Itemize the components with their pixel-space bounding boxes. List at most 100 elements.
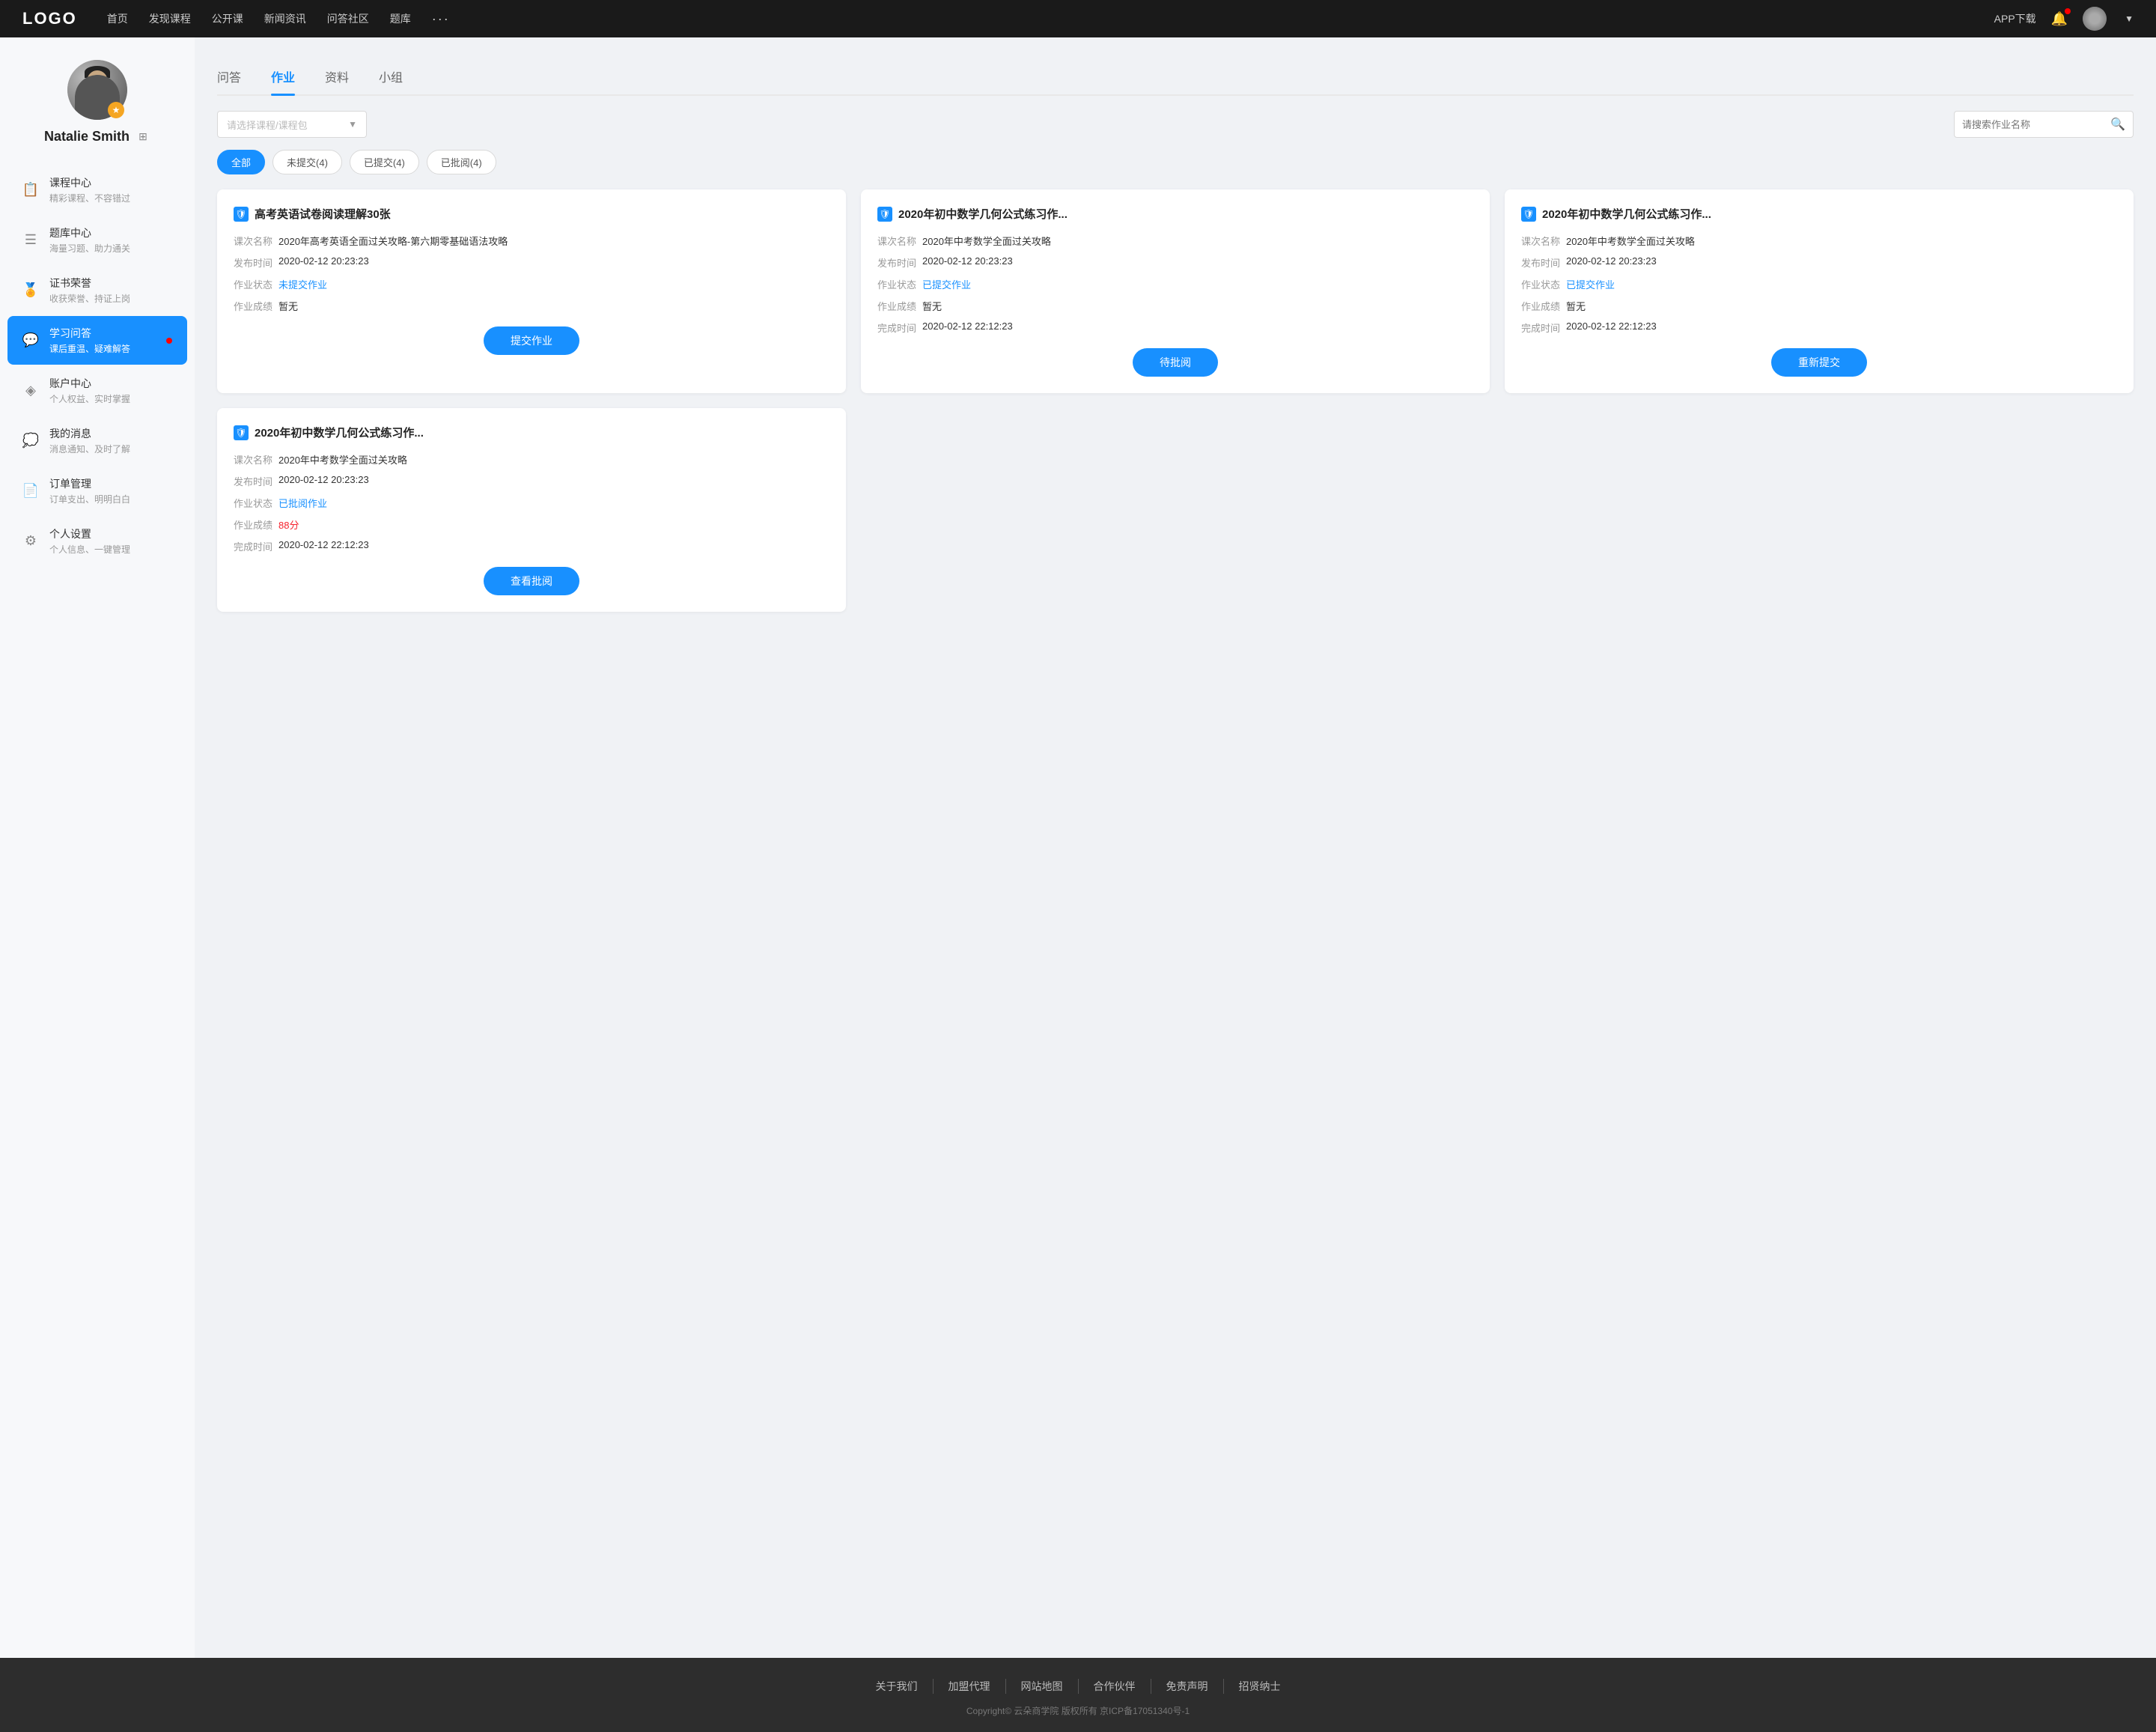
footer-link-about[interactable]: 关于我们 [861,1679,934,1694]
homework-card-1: 🛡 2020年初中数学几何公式练习作... 课次名称 2020年中考数学全面过关… [861,189,1490,393]
sidebar-item-sub-account: 个人权益、实时掌握 [49,392,172,405]
nav-news[interactable]: 新闻资讯 [264,11,306,26]
card-action-button-1[interactable]: 待批阅 [1133,348,1218,377]
status-reviewed-button[interactable]: 已批阅(4) [427,150,496,174]
app-download-link[interactable]: APP下载 [1994,11,2036,26]
sidebar-item-settings[interactable]: ⚙ 个人设置 个人信息、一键管理 [7,517,187,565]
sidebar-item-account[interactable]: ◈ 账户中心 个人权益、实时掌握 [7,366,187,415]
card-publish-value-3: 2020-02-12 20:23:23 [278,474,829,488]
sidebar-item-text-qa: 学习问答 课后重温、疑难解答 [49,326,156,355]
sidebar-item-text-question-bank: 题库中心 海量习题、助力通关 [49,225,172,255]
card-score-value-1: 暂无 [922,299,1473,313]
card-publish-row-1: 发布时间 2020-02-12 20:23:23 [877,255,1473,270]
card-status-value-0: 未提交作业 [278,277,829,291]
status-filter-row: 全部 未提交(4) 已提交(4) 已批阅(4) [217,150,2134,174]
status-submitted-button[interactable]: 已提交(4) [350,150,419,174]
card-title-3: 2020年初中数学几何公式练习作... [255,425,424,440]
sidebar-item-title-course-center: 课程中心 [49,175,172,190]
card-score-label-2: 作业成绩 [1521,299,1566,313]
tab-material[interactable]: 资料 [325,60,349,94]
homework-card-0: 🛡 高考英语试卷阅读理解30张 课次名称 2020年高考英语全面过关攻略-第六期… [217,189,846,393]
qr-code-icon[interactable]: ⊞ [135,130,150,145]
sidebar-item-title-qa: 学习问答 [49,326,156,341]
card-course-value-0: 2020年高考英语全面过关攻略-第六期零基础语法攻略 [278,234,829,248]
notification-bell[interactable]: 🔔 [2051,11,2068,27]
card-publish-row-3: 发布时间 2020-02-12 20:23:23 [234,474,829,488]
card-course-label-0: 课次名称 [234,234,278,248]
sidebar-item-sub-message: 消息通知、及时了解 [49,443,172,455]
logo: LOGO [22,9,77,28]
card-publish-value-0: 2020-02-12 20:23:23 [278,255,829,270]
card-status-value-1: 已提交作业 [922,277,1473,291]
footer-link-careers[interactable]: 招贤纳士 [1224,1679,1296,1694]
sidebar-item-message[interactable]: 💭 我的消息 消息通知、及时了解 [7,416,187,465]
sidebar-item-course-center[interactable]: 📋 课程中心 精彩课程、不容错过 [7,165,187,214]
footer-link-sitemap[interactable]: 网站地图 [1006,1679,1079,1694]
user-avatar[interactable] [2083,7,2107,31]
sidebar-item-title-certificate: 证书荣誉 [49,276,172,291]
search-input[interactable] [1962,119,2110,130]
card-title-0: 高考英语试卷阅读理解30张 [255,206,391,222]
sidebar-item-text-order: 订单管理 订单支出、明明白白 [49,476,172,505]
shield-icon-3: 🛡 [234,425,249,440]
sidebar-item-order[interactable]: 📄 订单管理 订单支出、明明白白 [7,467,187,515]
card-status-label-1: 作业状态 [877,277,922,291]
card-score-value-3: 88分 [278,517,829,532]
card-course-label-2: 课次名称 [1521,234,1566,248]
sidebar-item-title-order: 订单管理 [49,476,172,491]
sidebar-item-title-question-bank: 题库中心 [49,225,172,240]
card-publish-label-0: 发布时间 [234,255,278,270]
nav-right: APP下载 🔔 ▼ [1994,7,2134,31]
course-select[interactable]: 请选择课程/课程包 ▼ [217,111,367,138]
user-menu-chevron[interactable]: ▼ [2125,13,2134,24]
sidebar-item-text-message: 我的消息 消息通知、及时了解 [49,426,172,455]
card-btn-row-1: 待批阅 [877,348,1473,377]
profile-name-row: Natalie Smith ⊞ [44,129,150,145]
card-publish-row-2: 发布时间 2020-02-12 20:23:23 [1521,255,2117,270]
search-icon: 🔍 [2110,117,2125,132]
status-all-button[interactable]: 全部 [217,150,265,174]
status-unsubmitted-button[interactable]: 未提交(4) [272,150,342,174]
sidebar-item-sub-question-bank: 海量习题、助力通关 [49,242,172,255]
card-score-value-0: 暂无 [278,299,829,313]
sidebar-item-certificate[interactable]: 🏅 证书荣誉 收获荣誉、持证上岗 [7,266,187,315]
nav-home[interactable]: 首页 [107,11,128,26]
message-icon: 💭 [22,433,39,449]
shield-icon-2: 🛡 [1521,207,1536,222]
card-title-1: 2020年初中数学几何公式练习作... [898,206,1068,222]
card-score-value-2: 暂无 [1566,299,2117,313]
card-publish-label-3: 发布时间 [234,474,278,488]
card-action-button-3[interactable]: 查看批阅 [484,567,579,595]
footer-link-disclaimer[interactable]: 免责声明 [1151,1679,1224,1694]
tab-homework[interactable]: 作业 [271,60,295,94]
card-title-2: 2020年初中数学几何公式练习作... [1542,206,1711,222]
sidebar-item-sub-certificate: 收获荣誉、持证上岗 [49,292,172,305]
footer: 关于我们 加盟代理 网站地图 合作伙伴 免责声明 招贤纳士 Copyright©… [0,1658,2156,1732]
nav-open-courses[interactable]: 公开课 [212,11,243,26]
main-content: 问答 作业 资料 小组 请选择课程/课程包 ▼ 🔍 全部 未提交(4) 已提交(… [195,37,2156,1658]
footer-link-partner[interactable]: 合作伙伴 [1079,1679,1151,1694]
card-action-button-2[interactable]: 重新提交 [1771,348,1867,377]
shield-icon-0: 🛡 [234,207,249,222]
tab-qa[interactable]: 问答 [217,60,241,94]
sidebar-item-qa[interactable]: 💬 学习问答 课后重温、疑难解答 [7,316,187,365]
footer-copyright: Copyright© 云朵商学院 版权所有 京ICP备17051340号-1 [0,1704,2156,1717]
course-select-arrow: ▼ [348,119,357,130]
card-title-row-1: 🛡 2020年初中数学几何公式练习作... [877,206,1473,222]
tab-group[interactable]: 小组 [379,60,403,94]
nav-question-bank[interactable]: 题库 [390,11,411,26]
nav-qa[interactable]: 问答社区 [327,11,369,26]
card-course-value-2: 2020年中考数学全面过关攻略 [1566,234,2117,248]
card-action-button-0[interactable]: 提交作业 [484,326,579,355]
nav-more[interactable]: ··· [432,11,450,27]
course-center-icon: 📋 [22,182,39,198]
card-complete-row-2: 完成时间 2020-02-12 22:12:23 [1521,320,2117,335]
sidebar-item-question-bank[interactable]: ☰ 题库中心 海量习题、助力通关 [7,216,187,264]
sidebar-item-text-certificate: 证书荣誉 收获荣誉、持证上岗 [49,276,172,305]
card-course-row-1: 课次名称 2020年中考数学全面过关攻略 [877,234,1473,248]
card-status-label-2: 作业状态 [1521,277,1566,291]
card-status-value-3: 已批阅作业 [278,496,829,510]
footer-link-franchise[interactable]: 加盟代理 [934,1679,1006,1694]
card-complete-value-1: 2020-02-12 22:12:23 [922,320,1473,335]
nav-courses[interactable]: 发现课程 [149,11,191,26]
